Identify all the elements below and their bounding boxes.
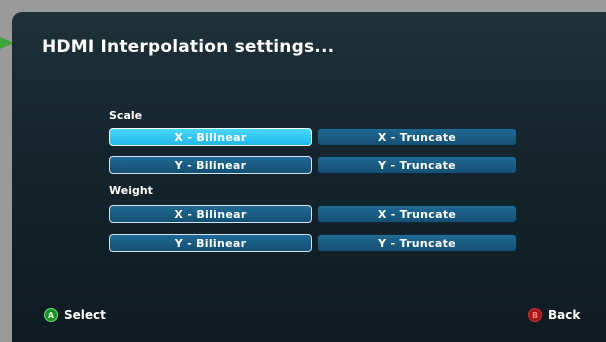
section-label-weight: Weight	[109, 184, 153, 197]
scale-x-truncate-button[interactable]: X - Truncate	[317, 128, 517, 146]
weight-y-truncate-button[interactable]: Y - Truncate	[317, 234, 517, 252]
weight-x-truncate-button[interactable]: X - Truncate	[317, 205, 517, 223]
top-strip	[0, 0, 606, 12]
left-strip	[0, 0, 12, 342]
back-action[interactable]: B Back	[528, 308, 580, 322]
settings-panel: HDMI Interpolation settings... Scale X -…	[12, 12, 606, 342]
section-label-scale: Scale	[109, 109, 143, 122]
scale-y-bilinear-button[interactable]: Y - Bilinear	[109, 156, 312, 174]
scale-x-bilinear-button[interactable]: X - Bilinear	[109, 128, 312, 146]
weight-y-bilinear-button[interactable]: Y - Bilinear	[109, 234, 312, 252]
b-button-icon: B	[528, 308, 542, 322]
page-title: HDMI Interpolation settings...	[42, 37, 335, 57]
a-button-icon: A	[44, 308, 58, 322]
select-label: Select	[64, 308, 106, 322]
weight-x-bilinear-button[interactable]: X - Bilinear	[109, 205, 312, 223]
scale-y-truncate-button[interactable]: Y - Truncate	[317, 156, 517, 174]
back-label: Back	[548, 308, 581, 322]
select-action[interactable]: A Select	[44, 308, 106, 322]
